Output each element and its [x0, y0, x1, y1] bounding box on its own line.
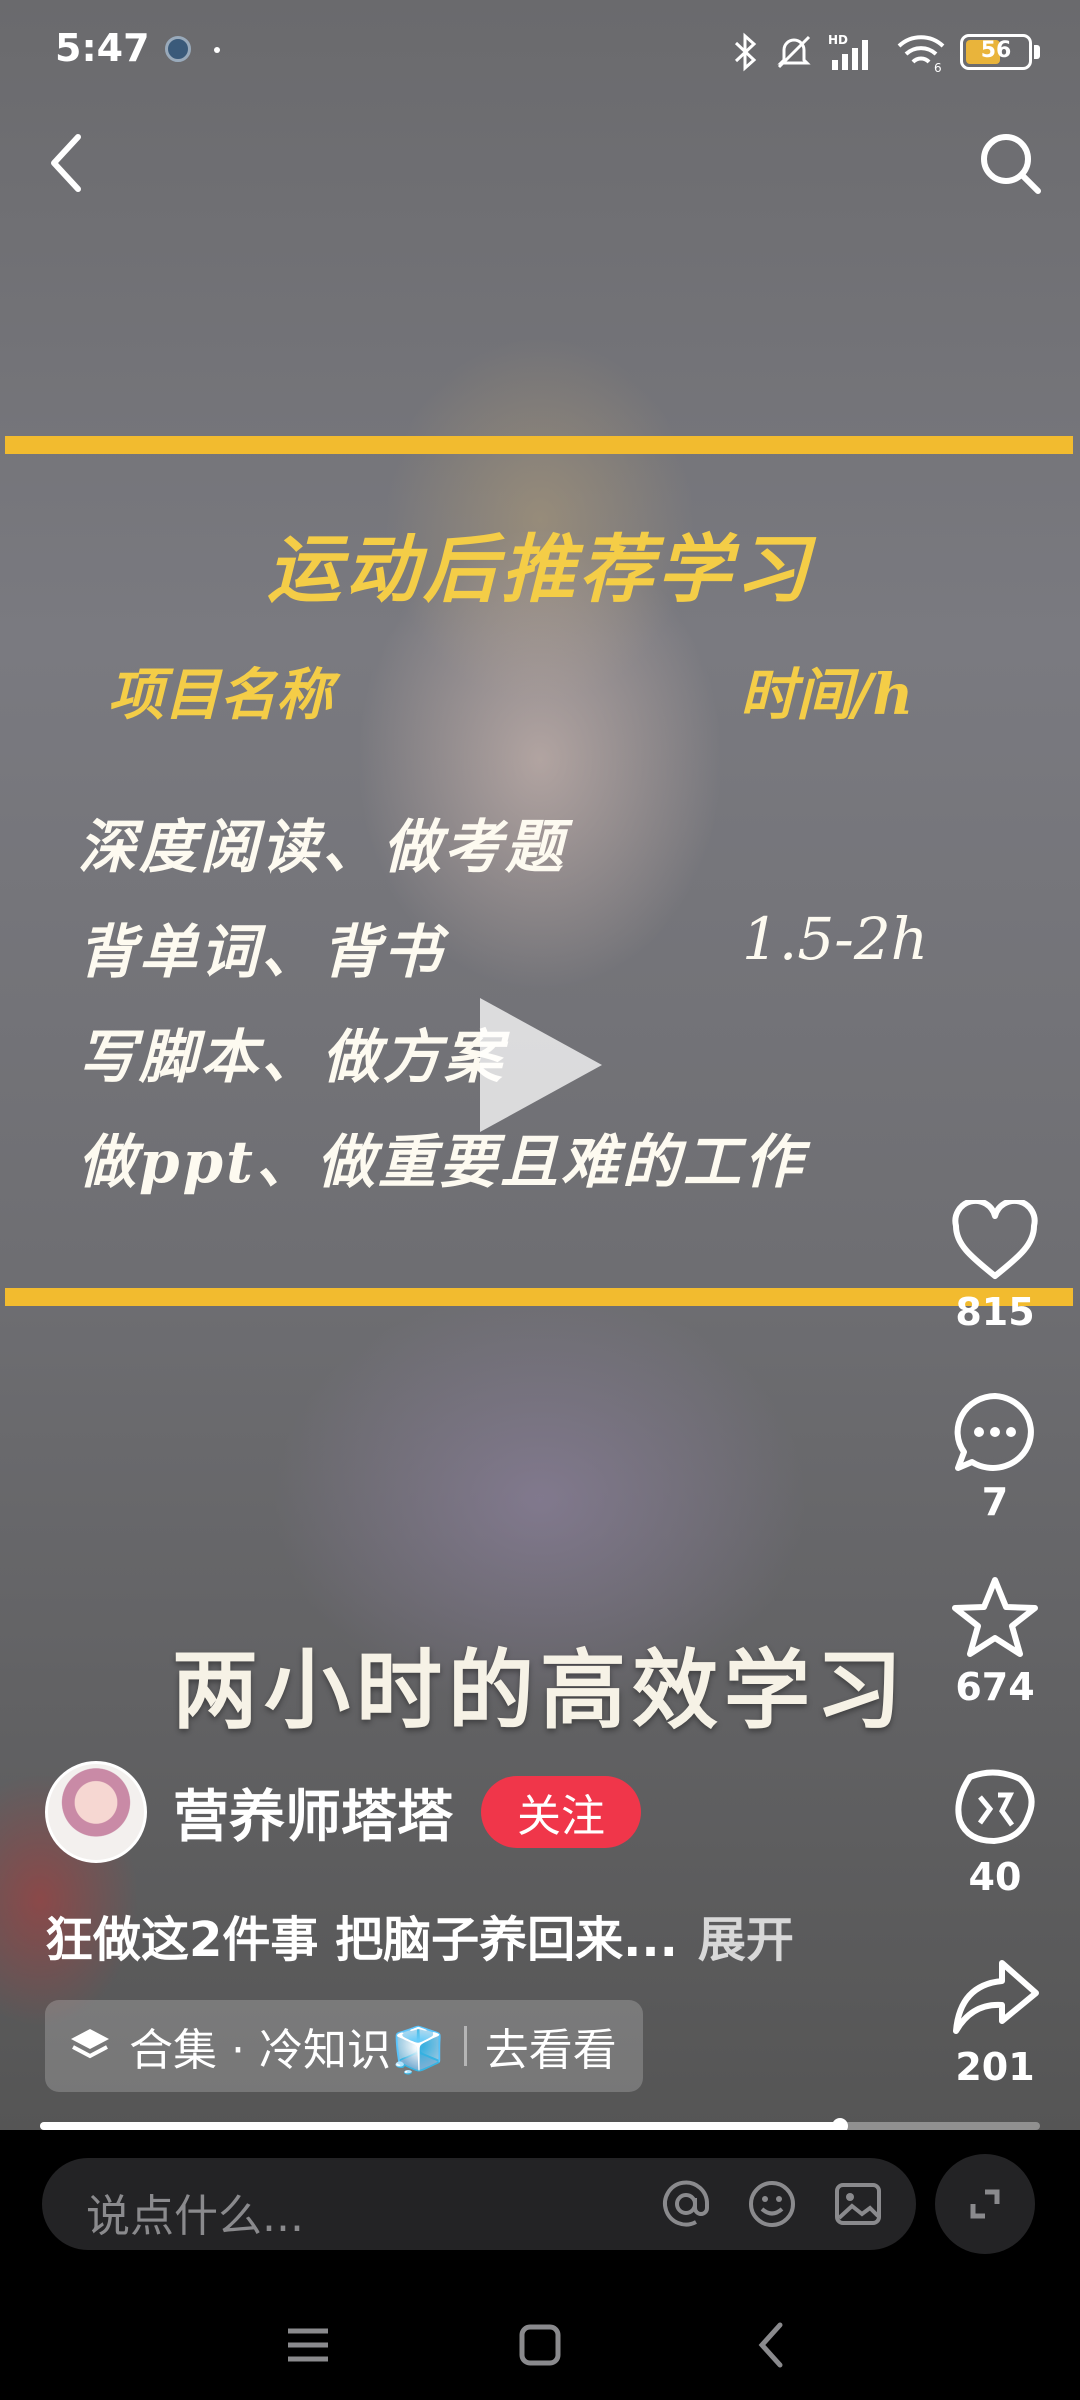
overlay-row: 写脚本、做方案: [78, 1023, 506, 1091]
search-icon: [981, 134, 1041, 194]
layers-icon: [71, 2029, 109, 2059]
play-icon: [480, 998, 602, 1132]
more-notifications-icon: [214, 47, 220, 53]
emoji-icon[interactable]: [746, 2178, 798, 2230]
author-name[interactable]: 营养师塔塔: [173, 1772, 453, 1853]
battery-percent: 56: [980, 38, 1012, 63]
comment-input[interactable]: 说点什么...: [42, 2158, 916, 2250]
overlay-row: 深度阅读、做考题: [78, 813, 567, 881]
video-screen: 5:47 HD 6 56 运动后推荐学习 项目名称 时间/h 深度阅读、做考题 …: [0, 0, 1080, 2400]
progress-bar[interactable]: [40, 2118, 1040, 2134]
signal-icon: HD: [828, 33, 868, 70]
fullscreen-button[interactable]: [935, 2154, 1035, 2254]
overlay-title: 运动后推荐学习: [267, 527, 813, 613]
progress-fill: [40, 2122, 840, 2130]
overlay-row: 做ppt、做重要且难的工作: [78, 1128, 805, 1196]
star-icon: [952, 1577, 1038, 1657]
avatar[interactable]: [45, 1761, 147, 1863]
favorite-count: 674: [955, 1665, 1035, 1709]
description-text: 狂做这2件事 把脑子养回来...: [45, 1912, 678, 1968]
wechat-share-count: 40: [968, 1855, 1022, 1899]
battery-icon: 56: [960, 34, 1032, 70]
collection-chip[interactable]: 合集 · 冷知识🧊 去看看: [45, 2000, 643, 2092]
author-row: 营养师塔塔 关注: [45, 1760, 641, 1864]
expand-link[interactable]: 展开: [698, 1912, 794, 1968]
heart-icon: [952, 1200, 1038, 1279]
svg-text:HD: HD: [828, 33, 848, 47]
share-count: 201: [955, 2045, 1035, 2089]
mute-bell-icon: [777, 35, 811, 69]
home-icon[interactable]: [510, 2315, 570, 2375]
back-button[interactable]: [32, 125, 108, 201]
svg-text:6: 6: [934, 61, 942, 72]
comment-count: 7: [981, 1480, 1009, 1524]
bluetooth-icon: [734, 32, 757, 72]
overlay-row-time: 1.5-2h: [742, 905, 929, 973]
like-button[interactable]: 815: [920, 1200, 1070, 1334]
comment-placeholder: 说点什么...: [86, 2191, 304, 2242]
nav-back-icon[interactable]: [742, 2315, 802, 2375]
status-bar: 5:47 HD 6 56: [0, 0, 1080, 100]
comment-icon: [954, 1393, 1034, 1471]
menu-icon[interactable]: [278, 2315, 338, 2375]
battery-tip: [1034, 45, 1040, 59]
system-nav-bar: [0, 2270, 1080, 2400]
follow-button[interactable]: 关注: [481, 1776, 641, 1848]
collection-label: 合集 · 冷知识🧊: [129, 2025, 446, 2076]
overlay-column-right: 时间/h: [740, 662, 914, 728]
overlay-bottom-line: [5, 1288, 1073, 1306]
share-button[interactable]: 201: [920, 1955, 1070, 2089]
back-icon: [51, 134, 81, 192]
overlay-top-line: [5, 436, 1073, 454]
overlay-column-left: 项目名称: [108, 662, 332, 728]
share-icon: [953, 1960, 1039, 2034]
overlay-row: 背单词、背书: [78, 918, 445, 986]
favorite-button[interactable]: 674: [920, 1575, 1070, 1709]
comment-button[interactable]: 7: [920, 1390, 1070, 1524]
wechat-share-button[interactable]: 40: [920, 1765, 1070, 1899]
image-icon[interactable]: [832, 2178, 884, 2230]
at-icon[interactable]: [660, 2178, 712, 2230]
status-icons: HD 6 56: [730, 28, 1040, 76]
like-count: 815: [955, 1290, 1035, 1334]
video-caption: 两小时的高效学习: [172, 1641, 908, 1741]
status-time: 5:47: [55, 26, 150, 70]
expand-icon: [970, 2189, 1000, 2219]
wifi-icon: 6: [897, 35, 945, 72]
wechat-share-icon: [955, 1769, 1035, 1844]
search-button[interactable]: [972, 125, 1048, 201]
collection-divider: [463, 2026, 467, 2066]
collection-go-link[interactable]: 去看看: [485, 2014, 617, 2078]
play-button[interactable]: [470, 990, 610, 1140]
notification-icon: [165, 36, 191, 62]
video-description[interactable]: 狂做这2件事 把脑子养回来... 展开: [45, 1900, 794, 1970]
